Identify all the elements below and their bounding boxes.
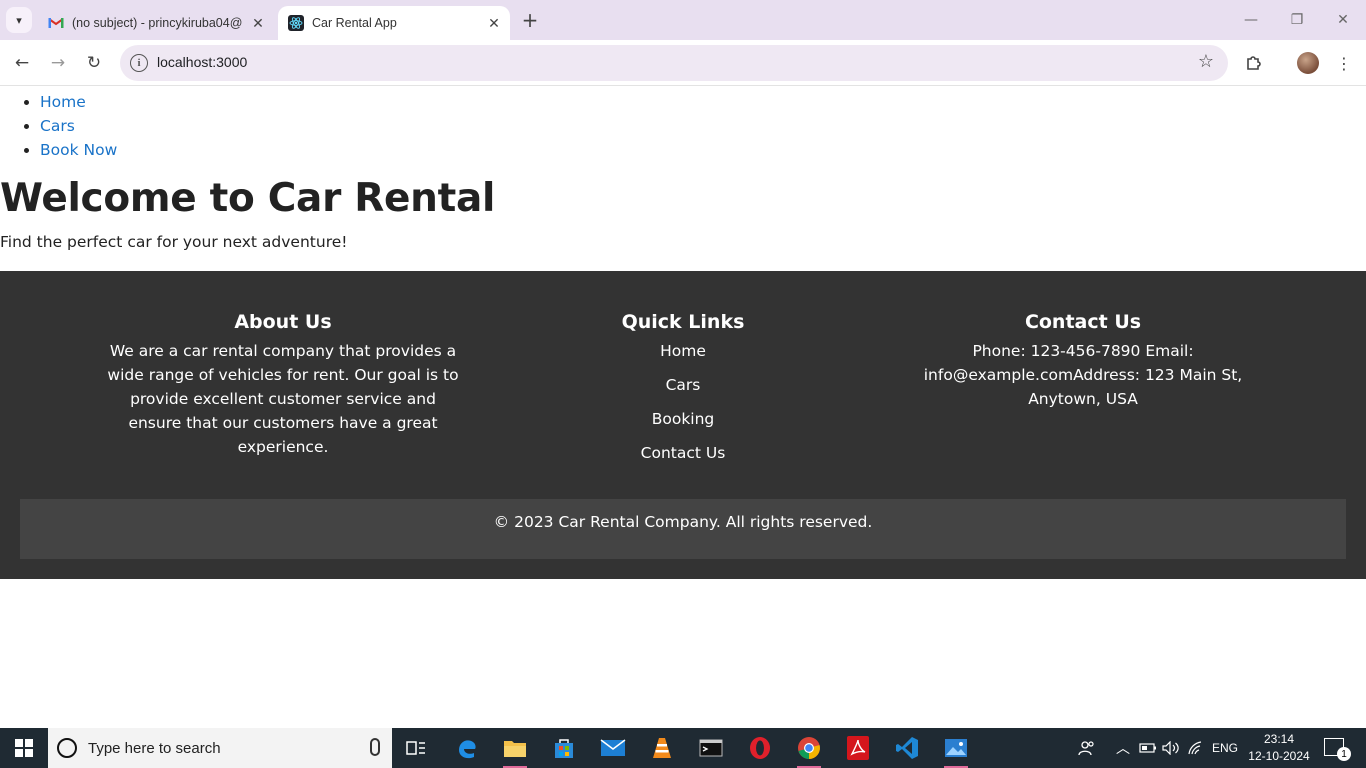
cortana-icon [57,738,77,758]
tab-car-rental-app[interactable]: Car Rental App ✕ [278,6,510,40]
web-page: Home Cars Book Now Welcome to Car Rental… [0,87,1366,728]
footer: About Us We are a car rental company tha… [0,271,1366,579]
mail-icon[interactable] [597,732,629,764]
address-bar[interactable]: i localhost:3000 ☆ [120,45,1228,81]
volume-icon[interactable] [1162,728,1180,768]
react-icon [288,15,304,31]
profile-avatar[interactable] [1297,52,1319,74]
clock-date: 12-10-2024 [1248,749,1310,763]
acrobat-icon[interactable] [842,732,874,764]
task-view-icon[interactable] [400,732,432,764]
footer-contact-text: Phone: 123-456-7890 Email: info@example.… [923,342,1243,408]
nav-link-cars[interactable]: Cars [40,117,75,135]
action-center-icon[interactable]: 1 [1324,738,1351,761]
gmail-icon [48,15,64,31]
main-nav: Home Cars Book Now [40,90,117,162]
microphone-icon[interactable] [370,738,380,756]
nav-item-cars: Cars [40,114,117,138]
chevron-up-icon[interactable]: ︿ [1116,728,1130,768]
tab-title: (no subject) - princykiruba04@ [72,16,243,30]
footer-quick-links: Quick Links Home Cars Booking Contact Us [503,311,863,470]
page-subtitle: Find the perfect car for your next adven… [0,233,348,251]
footer-link-home[interactable]: Home [503,334,863,368]
wifi-icon[interactable] [1187,728,1205,768]
bookmark-star-icon[interactable]: ☆ [1198,51,1214,72]
close-icon[interactable]: ✕ [248,13,268,33]
minimize-icon[interactable]: — [1228,0,1274,40]
notification-count-badge: 1 [1337,747,1351,761]
tab-search-chevron-icon[interactable]: ▾ [6,7,32,33]
forward-arrow-icon[interactable]: → [44,49,72,77]
clock-time: 23:14 [1263,732,1295,746]
input-language[interactable]: ENG [1212,728,1238,768]
nav-item-home: Home [40,90,117,114]
footer-contact: Contact Us Phone: 123-456-7890 Email: in… [903,311,1263,411]
file-explorer-icon[interactable] [499,732,531,768]
extensions-puzzle-icon[interactable] [1240,49,1268,77]
back-arrow-icon[interactable]: ← [8,49,36,77]
battery-icon[interactable] [1139,728,1157,768]
tab-gmail[interactable]: (no subject) - princykiruba04@ ✕ [38,6,274,40]
footer-quick-links-title: Quick Links [621,311,745,333]
windows-start-icon[interactable] [0,728,48,768]
people-icon[interactable] [1078,728,1096,768]
nav-item-book-now: Book Now [40,138,117,162]
terminal-icon[interactable] [695,732,727,764]
new-tab-plus-icon[interactable]: + [518,8,542,32]
vscode-icon[interactable] [891,732,923,764]
kebab-menu-icon[interactable]: ⋮ [1330,49,1358,77]
copyright-bar: © 2023 Car Rental Company. All rights re… [20,499,1346,559]
nav-link-book-now[interactable]: Book Now [40,141,117,159]
system-clock[interactable]: 23:14 12-10-2024 [1248,731,1310,765]
windows-taskbar: Type here to search ︿ ENG 23:14 12-10-20… [0,728,1366,768]
taskbar-search-placeholder: Type here to search [88,739,221,757]
site-info-icon[interactable]: i [130,54,148,72]
opera-icon[interactable] [744,732,776,764]
browser-toolbar: ← → ↻ i localhost:3000 ☆ ⋮ [0,40,1366,86]
footer-about: About Us We are a car rental company tha… [103,311,463,459]
footer-about-text: We are a car rental company that provide… [107,342,459,456]
browser-tabstrip: ▾ (no subject) - princykiruba04@ ✕ Car R… [0,0,1366,40]
microsoft-store-icon[interactable] [548,732,580,764]
reload-icon[interactable]: ↻ [80,49,108,77]
url-text[interactable]: localhost:3000 [157,54,247,70]
footer-link-contact-us[interactable]: Contact Us [503,436,863,470]
footer-link-booking[interactable]: Booking [503,402,863,436]
close-icon[interactable]: ✕ [484,13,504,33]
footer-link-cars[interactable]: Cars [503,368,863,402]
page-title: Welcome to Car Rental [0,176,496,221]
window-close-icon[interactable]: ✕ [1320,0,1366,40]
photos-icon[interactable] [940,732,972,768]
taskbar-search-box[interactable]: Type here to search [48,728,392,768]
edge-icon[interactable] [451,732,483,764]
restore-icon[interactable]: ❐ [1274,0,1320,40]
vlc-icon[interactable] [646,732,678,764]
chrome-icon[interactable] [793,732,825,768]
nav-link-home[interactable]: Home [40,93,86,111]
footer-about-title: About Us [234,311,332,333]
footer-contact-title: Contact Us [1024,311,1142,333]
copyright-text: © 2023 Car Rental Company. All rights re… [493,513,873,531]
tab-title: Car Rental App [312,16,397,30]
